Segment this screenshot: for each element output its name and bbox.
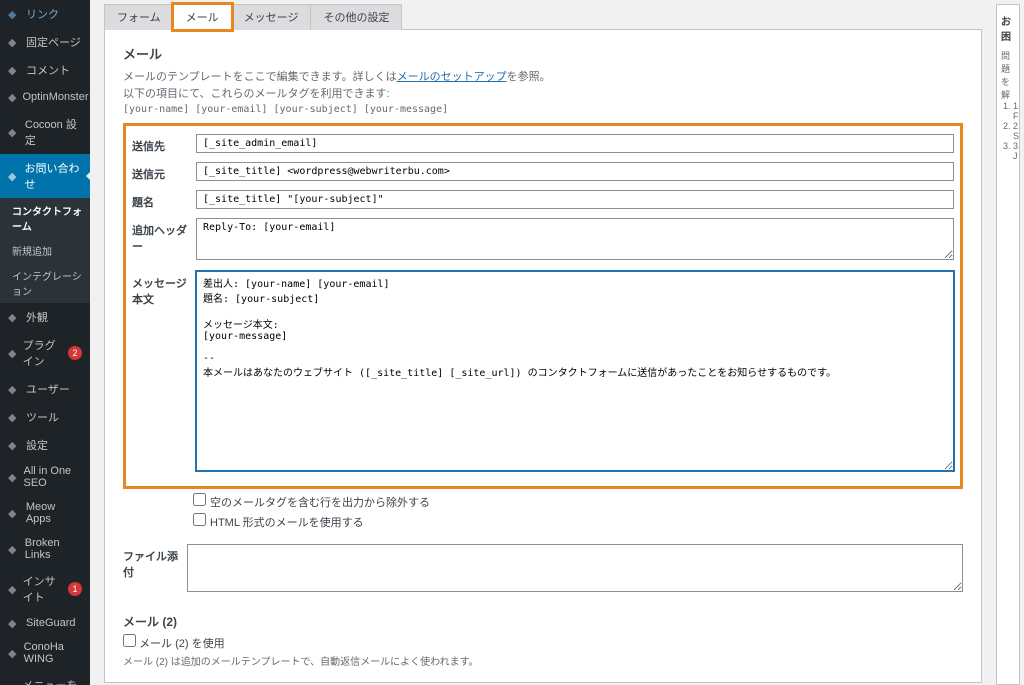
- sidebar-label: OptinMonster: [22, 91, 88, 103]
- sidebar-item-insight[interactable]: ◆ インサイト 1: [0, 567, 90, 611]
- sidebar-item-page[interactable]: ◆ 固定ページ: [0, 28, 90, 56]
- sidebar-item-tool[interactable]: ◆ ツール: [0, 403, 90, 431]
- menu-icon: ◆: [8, 8, 20, 20]
- menu-icon: ◆: [8, 617, 20, 629]
- exclude-blank-check[interactable]: 空のメールタグを含む行を出力から除外する: [193, 493, 963, 510]
- body-input[interactable]: [196, 271, 954, 471]
- menu-icon: ◆: [8, 583, 17, 595]
- headers-label: 追加ヘッダー: [132, 218, 196, 254]
- menu-icon: ◆: [8, 36, 20, 48]
- mail-tags: [your-name] [your-email] [your-subject] …: [123, 104, 963, 115]
- sidebar-item-link[interactable]: ◆ リンク: [0, 0, 90, 28]
- sidebar-label: メニューを閉じる: [22, 677, 82, 685]
- sidebar-label: Meow Apps: [26, 501, 82, 525]
- menu-icon: ◆: [8, 439, 20, 451]
- help-title: お困: [1001, 13, 1015, 43]
- sidebar-label: ユーザー: [26, 381, 70, 397]
- sidebar-item-collapse[interactable]: ◆メニューを閉じる: [0, 671, 90, 685]
- menu-icon: ◆: [8, 347, 17, 359]
- sidebar-item-user[interactable]: ◆ ユーザー: [0, 375, 90, 403]
- menu-icon: ◆: [8, 411, 20, 423]
- sidebar-label: ConoHa WING: [24, 641, 82, 665]
- mail-heading: メール: [123, 44, 963, 63]
- sidebar-item-opt[interactable]: ◆OptinMonster!: [0, 84, 90, 110]
- mail-panel: メール メールのテンプレートをここで編集できます。詳しくはメールのセットアップを…: [104, 29, 982, 683]
- sidebar-item-comment[interactable]: ◆ コメント: [0, 56, 90, 84]
- sidebar-item-seo[interactable]: ◆ All in One SEO: [0, 459, 90, 495]
- menu-icon: ◆: [8, 507, 20, 519]
- sidebar-label: 外観: [26, 309, 48, 325]
- menu-icon: ◆: [8, 91, 16, 103]
- attach-label: ファイル添付: [123, 544, 187, 580]
- body-label: メッセージ本文: [132, 271, 196, 307]
- sidebar-badge: 1: [68, 582, 82, 596]
- sidebar-label: SiteGuard: [26, 617, 76, 629]
- sidebar-label: インサイト: [23, 573, 62, 605]
- use-html-check[interactable]: HTML 形式のメールを使用する: [193, 513, 963, 530]
- to-label: 送信先: [132, 134, 196, 154]
- menu-icon: ◆: [8, 471, 17, 483]
- subject-label: 題名: [132, 190, 196, 210]
- sidebar-item-brush[interactable]: ◆ 外観: [0, 303, 90, 331]
- tab-フォーム[interactable]: フォーム: [104, 4, 174, 30]
- sidebar-item-meow[interactable]: ◆ Meow Apps: [0, 495, 90, 531]
- sidebar-item-guard[interactable]: ◆ SiteGuard: [0, 611, 90, 635]
- sidebar-item-settings[interactable]: ◆ 設定: [0, 431, 90, 459]
- sidebar-label: All in One SEO: [23, 465, 82, 489]
- help-sub: 問題を解: [1001, 49, 1015, 101]
- sidebar-item-conoha[interactable]: ◆ ConoHa WING: [0, 635, 90, 671]
- sidebar-badge: 2: [68, 346, 82, 360]
- subject-input[interactable]: [196, 190, 954, 209]
- from-input[interactable]: [196, 162, 954, 181]
- sidebar-item-plugin[interactable]: ◆ プラグイン 2: [0, 331, 90, 375]
- sidebar-item-mail[interactable]: ◆ お問い合わせ: [0, 154, 90, 198]
- menu-icon: ◆: [8, 311, 20, 323]
- sidebar-label: 固定ページ: [26, 34, 81, 50]
- sidebar-label: お問い合わせ: [24, 160, 82, 192]
- mail-form-highlight: 送信先 送信元 題名 追加ヘッダー メッセージ本文: [123, 123, 963, 489]
- tab-メール[interactable]: メール: [173, 4, 232, 30]
- sidebar-item-cocoon[interactable]: ◆ Cocoon 設定: [0, 110, 90, 154]
- sidebar-sub-item[interactable]: インテグレーション: [4, 263, 90, 303]
- menu-icon: ◆: [8, 647, 18, 659]
- sidebar-label: コメント: [26, 62, 70, 78]
- sidebar-label: プラグイン: [23, 337, 62, 369]
- sidebar-label: Broken Links: [25, 537, 82, 561]
- attach-input[interactable]: [187, 544, 963, 592]
- tab-メッセージ[interactable]: メッセージ: [231, 4, 312, 30]
- from-label: 送信元: [132, 162, 196, 182]
- mail-description: メールのテンプレートをここで編集できます。詳しくはメールのセットアップを参照。 …: [123, 69, 963, 102]
- mail2-heading: メール (2): [123, 613, 963, 630]
- menu-icon: ◆: [8, 543, 19, 555]
- mail-setup-link[interactable]: メールのセットアップ: [397, 71, 507, 83]
- mail2-note: メール (2) は追加のメールテンプレートで、自動返信メールによく使われます。: [123, 653, 963, 668]
- menu-icon: ◆: [8, 170, 18, 182]
- mail2-use-check[interactable]: メール (2) を使用: [123, 638, 225, 650]
- headers-input[interactable]: [196, 218, 954, 260]
- sidebar-sub-item[interactable]: 新規追加: [4, 238, 90, 263]
- menu-icon: ◆: [8, 126, 19, 138]
- menu-icon: ◆: [8, 64, 20, 76]
- tab-その他の設定[interactable]: その他の設定: [310, 4, 402, 30]
- sidebar-item-broken[interactable]: ◆ Broken Links: [0, 531, 90, 567]
- to-input[interactable]: [196, 134, 954, 153]
- admin-sidebar: ◆リンク◆固定ページ◆コメント◆OptinMonster!◆Cocoon 設定◆…: [0, 0, 90, 685]
- sidebar-label: ツール: [26, 409, 59, 425]
- main-content: フォームメールメッセージその他の設定 メール メールのテンプレートをここで編集で…: [90, 0, 996, 685]
- help-panel: お困 問題を解 1. F 2. S 3. J: [996, 4, 1020, 685]
- sidebar-label: 設定: [26, 437, 48, 453]
- sidebar-sub-item[interactable]: コンタクトフォーム: [4, 198, 90, 238]
- tab-nav: フォームメールメッセージその他の設定: [104, 4, 982, 30]
- menu-icon: ◆: [8, 383, 20, 395]
- sidebar-label: リンク: [26, 6, 59, 22]
- sidebar-label: Cocoon 設定: [25, 116, 82, 148]
